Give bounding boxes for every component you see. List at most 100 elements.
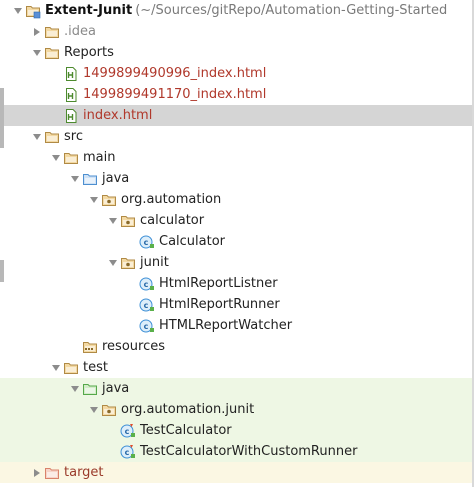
tree-row-html-report-runner[interactable]: c HtmlReportRunner bbox=[0, 294, 474, 315]
tree-row-test[interactable]: test bbox=[0, 357, 474, 378]
folder-icon bbox=[63, 150, 79, 166]
tree-row-reports[interactable]: Reports bbox=[0, 42, 474, 63]
class-icon: c bbox=[139, 234, 155, 250]
tree-row-main-java[interactable]: java bbox=[0, 168, 474, 189]
tree-row-label: src bbox=[64, 129, 83, 144]
class-icon: c bbox=[139, 297, 155, 313]
tree-row-label: main bbox=[83, 150, 116, 165]
tree-row-label: .idea bbox=[64, 24, 96, 39]
tree-row-org-automation[interactable]: org.automation bbox=[0, 189, 474, 210]
tree-row-label: calculator bbox=[140, 213, 205, 228]
tree-row-label: target bbox=[64, 465, 104, 480]
tree-row-label: HtmlReportRunner bbox=[159, 297, 280, 312]
test-class-icon: c bbox=[120, 444, 136, 460]
tree-row-org-automation-junit[interactable]: org.automation.junit bbox=[0, 399, 474, 420]
tree-row-test-java[interactable]: java bbox=[0, 378, 474, 399]
tree-row-report-2[interactable]: 1499899491170_index.html bbox=[0, 84, 474, 105]
tree-row-test-calculator[interactable]: c TestCalculator bbox=[0, 420, 474, 441]
tree-row-label: org.automation.junit bbox=[121, 402, 255, 417]
package-icon bbox=[120, 213, 136, 229]
folder-icon bbox=[44, 45, 60, 61]
tree-row-label: resources bbox=[102, 339, 166, 354]
expand-arrow-down-icon[interactable] bbox=[68, 168, 82, 189]
tree-row-label: java bbox=[102, 171, 130, 186]
class-icon: c bbox=[139, 276, 155, 292]
tree-row-html-report-watcher[interactable]: c HTMLReportWatcher bbox=[0, 315, 474, 336]
expand-arrow-down-icon[interactable] bbox=[106, 210, 120, 231]
tree-row-test-calculator-custom[interactable]: c TestCalculatorWithCustomRunner bbox=[0, 441, 474, 462]
tree-row-label: Extent-Junit bbox=[45, 3, 133, 18]
folder-icon bbox=[63, 360, 79, 376]
tree-row-label: Calculator bbox=[159, 234, 226, 249]
gutter-marker bbox=[0, 260, 4, 282]
tree-row-label: junit bbox=[140, 255, 169, 270]
tree-row-idea[interactable]: .idea bbox=[0, 21, 474, 42]
expand-arrow-down-icon[interactable] bbox=[11, 0, 25, 21]
tree-row-index-html[interactable]: index.html bbox=[0, 105, 474, 126]
svg-text:c: c bbox=[144, 280, 149, 289]
class-icon: c bbox=[139, 318, 155, 334]
expand-arrow-down-icon[interactable] bbox=[87, 399, 101, 420]
expand-arrow-down-icon[interactable] bbox=[106, 252, 120, 273]
tree-row-label: test bbox=[83, 360, 108, 375]
expand-arrow-down-icon[interactable] bbox=[87, 189, 101, 210]
package-icon bbox=[101, 402, 117, 418]
tree-row-label: index.html bbox=[83, 108, 153, 123]
expand-arrow-right-icon[interactable] bbox=[30, 462, 44, 483]
tree-row-calculator-pkg[interactable]: calculator bbox=[0, 210, 474, 231]
tree-row-label: 1499899491170_index.html bbox=[83, 87, 267, 102]
tree-row-label: org.automation bbox=[121, 192, 222, 207]
source-folder-icon bbox=[82, 171, 98, 187]
tree-row-label: HTMLReportWatcher bbox=[159, 318, 293, 333]
tree-row-target[interactable]: target bbox=[0, 462, 474, 483]
package-icon bbox=[101, 192, 117, 208]
tree-row-main[interactable]: main bbox=[0, 147, 474, 168]
resources-folder-icon bbox=[82, 339, 98, 355]
tree-row-label: java bbox=[102, 381, 130, 396]
gutter-marker bbox=[0, 88, 4, 148]
html-file-icon bbox=[63, 108, 79, 124]
tree-row-src[interactable]: src bbox=[0, 126, 474, 147]
svg-text:c: c bbox=[125, 448, 130, 457]
folder-icon bbox=[44, 129, 60, 145]
expand-arrow-down-icon[interactable] bbox=[49, 147, 63, 168]
expand-arrow-right-icon[interactable] bbox=[30, 21, 44, 42]
tree-row-report-1[interactable]: 1499899490996_index.html bbox=[0, 63, 474, 84]
excluded-folder-icon bbox=[44, 465, 60, 481]
tree-row-html-report-listner[interactable]: c HtmlReportListner bbox=[0, 273, 474, 294]
expand-arrow-down-icon[interactable] bbox=[30, 42, 44, 63]
expand-arrow-down-icon[interactable] bbox=[68, 378, 82, 399]
folder-icon bbox=[44, 24, 60, 40]
tree-row-junit-pkg[interactable]: junit bbox=[0, 252, 474, 273]
module-folder-icon bbox=[25, 3, 41, 19]
test-folder-icon bbox=[82, 381, 98, 397]
tree-row-label: TestCalculator bbox=[140, 423, 232, 438]
svg-text:c: c bbox=[144, 238, 149, 247]
html-file-icon bbox=[63, 66, 79, 82]
svg-text:c: c bbox=[125, 427, 130, 436]
tree-row-resources[interactable]: resources bbox=[0, 336, 474, 357]
package-icon bbox=[120, 255, 136, 271]
html-file-icon bbox=[63, 87, 79, 103]
tree-row-label: 1499899490996_index.html bbox=[83, 66, 267, 81]
test-class-icon: c bbox=[120, 423, 136, 439]
tree-row-calculator-class[interactable]: c Calculator bbox=[0, 231, 474, 252]
svg-text:c: c bbox=[144, 322, 149, 331]
project-tree[interactable]: Extent-Junit (~/Sources/gitRepo/Automatio… bbox=[0, 0, 474, 487]
expand-arrow-down-icon[interactable] bbox=[30, 126, 44, 147]
tree-row-extent-junit[interactable]: Extent-Junit (~/Sources/gitRepo/Automatio… bbox=[0, 0, 474, 21]
tree-row-label: Reports bbox=[64, 45, 114, 60]
svg-text:c: c bbox=[144, 301, 149, 310]
tree-row-label: TestCalculatorWithCustomRunner bbox=[140, 444, 358, 459]
expand-arrow-down-icon[interactable] bbox=[49, 357, 63, 378]
